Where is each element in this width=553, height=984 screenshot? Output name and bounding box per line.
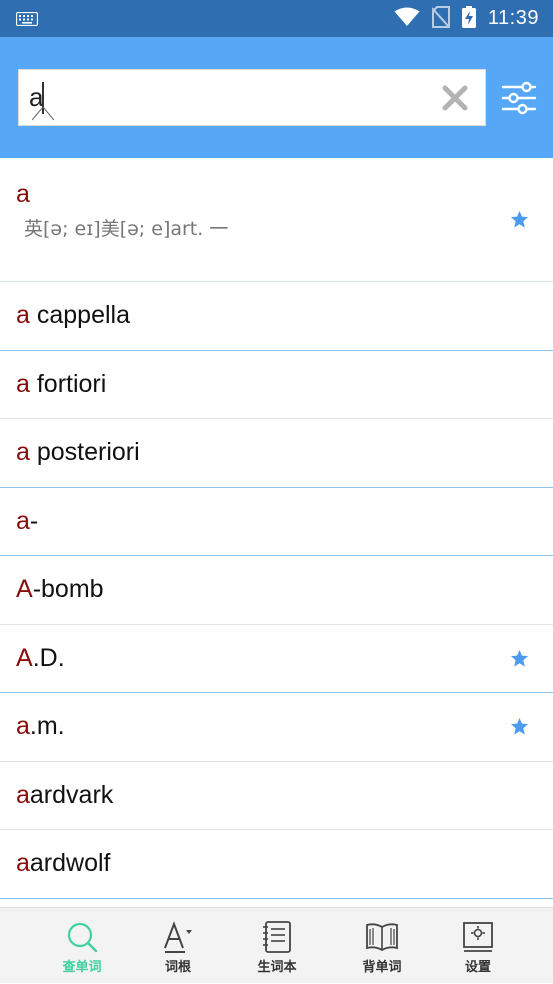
clear-search-button[interactable] <box>441 84 469 112</box>
book-icon <box>366 923 398 952</box>
word-entry: a <box>16 180 30 208</box>
nav-label: 词根 <box>164 960 191 975</box>
word-row[interactable]: A-bomb <box>0 556 553 625</box>
status-time: 11:39 <box>487 7 539 29</box>
word-entry: a.m. <box>16 712 65 741</box>
word-entry: a fortiori <box>16 369 107 398</box>
bottom-navigation: 查单词 词根 生词本 背单词 设置 <box>0 907 553 983</box>
word-row[interactable]: a- <box>0 488 553 556</box>
nav-item-lookup[interactable]: 查单词 <box>37 908 127 984</box>
word-root-icon <box>164 921 192 953</box>
word-row[interactable]: a.m. <box>0 693 553 762</box>
word-row[interactable]: aardvark <box>0 762 553 830</box>
sliders-icon <box>501 81 537 115</box>
word-entry: a- <box>16 506 39 535</box>
nav-item-settings[interactable]: 设置 <box>433 908 523 984</box>
word-entry: aardwolf <box>16 849 111 878</box>
keyboard-icon <box>15 11 39 30</box>
search-input[interactable]: a <box>18 69 486 126</box>
caret-handle-icon[interactable] <box>31 106 55 125</box>
phonetic-definition: 英[ə; eɪ]美[ə; e]art. 一 <box>24 218 229 240</box>
word-row[interactable]: a cappella <box>0 282 553 351</box>
nav-item-vocab-book[interactable]: 生词本 <box>232 908 322 984</box>
no-sim-icon <box>431 5 451 32</box>
word-row[interactable]: a posteriori <box>0 419 553 488</box>
close-icon <box>442 85 468 111</box>
nav-item-memorize[interactable]: 背单词 <box>337 908 427 984</box>
settings-icon <box>463 922 493 952</box>
word-entry: A.D. <box>16 643 65 672</box>
word-row[interactable]: aardwolf <box>0 830 553 899</box>
word-entry: a posteriori <box>16 438 140 467</box>
wifi-icon <box>394 7 420 31</box>
search-header: a <box>0 37 553 158</box>
star-icon[interactable] <box>510 210 529 229</box>
word-entry: A-bomb <box>16 575 104 604</box>
nav-label: 生词本 <box>257 960 297 975</box>
word-result-list: a 英[ə; eɪ]美[ə; e]art. 一 a cappella a for… <box>0 158 553 899</box>
word-row[interactable]: A.D. <box>0 625 553 693</box>
battery-charging-icon <box>461 5 476 32</box>
nav-item-word-root[interactable]: 词根 <box>133 908 223 984</box>
notebook-icon <box>263 921 291 953</box>
nav-label: 查单词 <box>62 960 102 975</box>
word-entry: a cappella <box>16 301 130 330</box>
star-icon[interactable] <box>510 717 529 736</box>
star-icon[interactable] <box>510 649 529 668</box>
filter-settings-button[interactable] <box>500 79 538 117</box>
word-row[interactable]: a fortiori <box>0 351 553 419</box>
word-entry: aardvark <box>16 780 114 809</box>
search-icon <box>67 922 98 953</box>
status-bar: 11:39 <box>0 0 553 37</box>
nav-label: 背单词 <box>362 960 402 975</box>
word-row[interactable]: a 英[ə; eɪ]美[ə; e]art. 一 <box>0 158 553 282</box>
nav-label: 设置 <box>464 960 491 975</box>
